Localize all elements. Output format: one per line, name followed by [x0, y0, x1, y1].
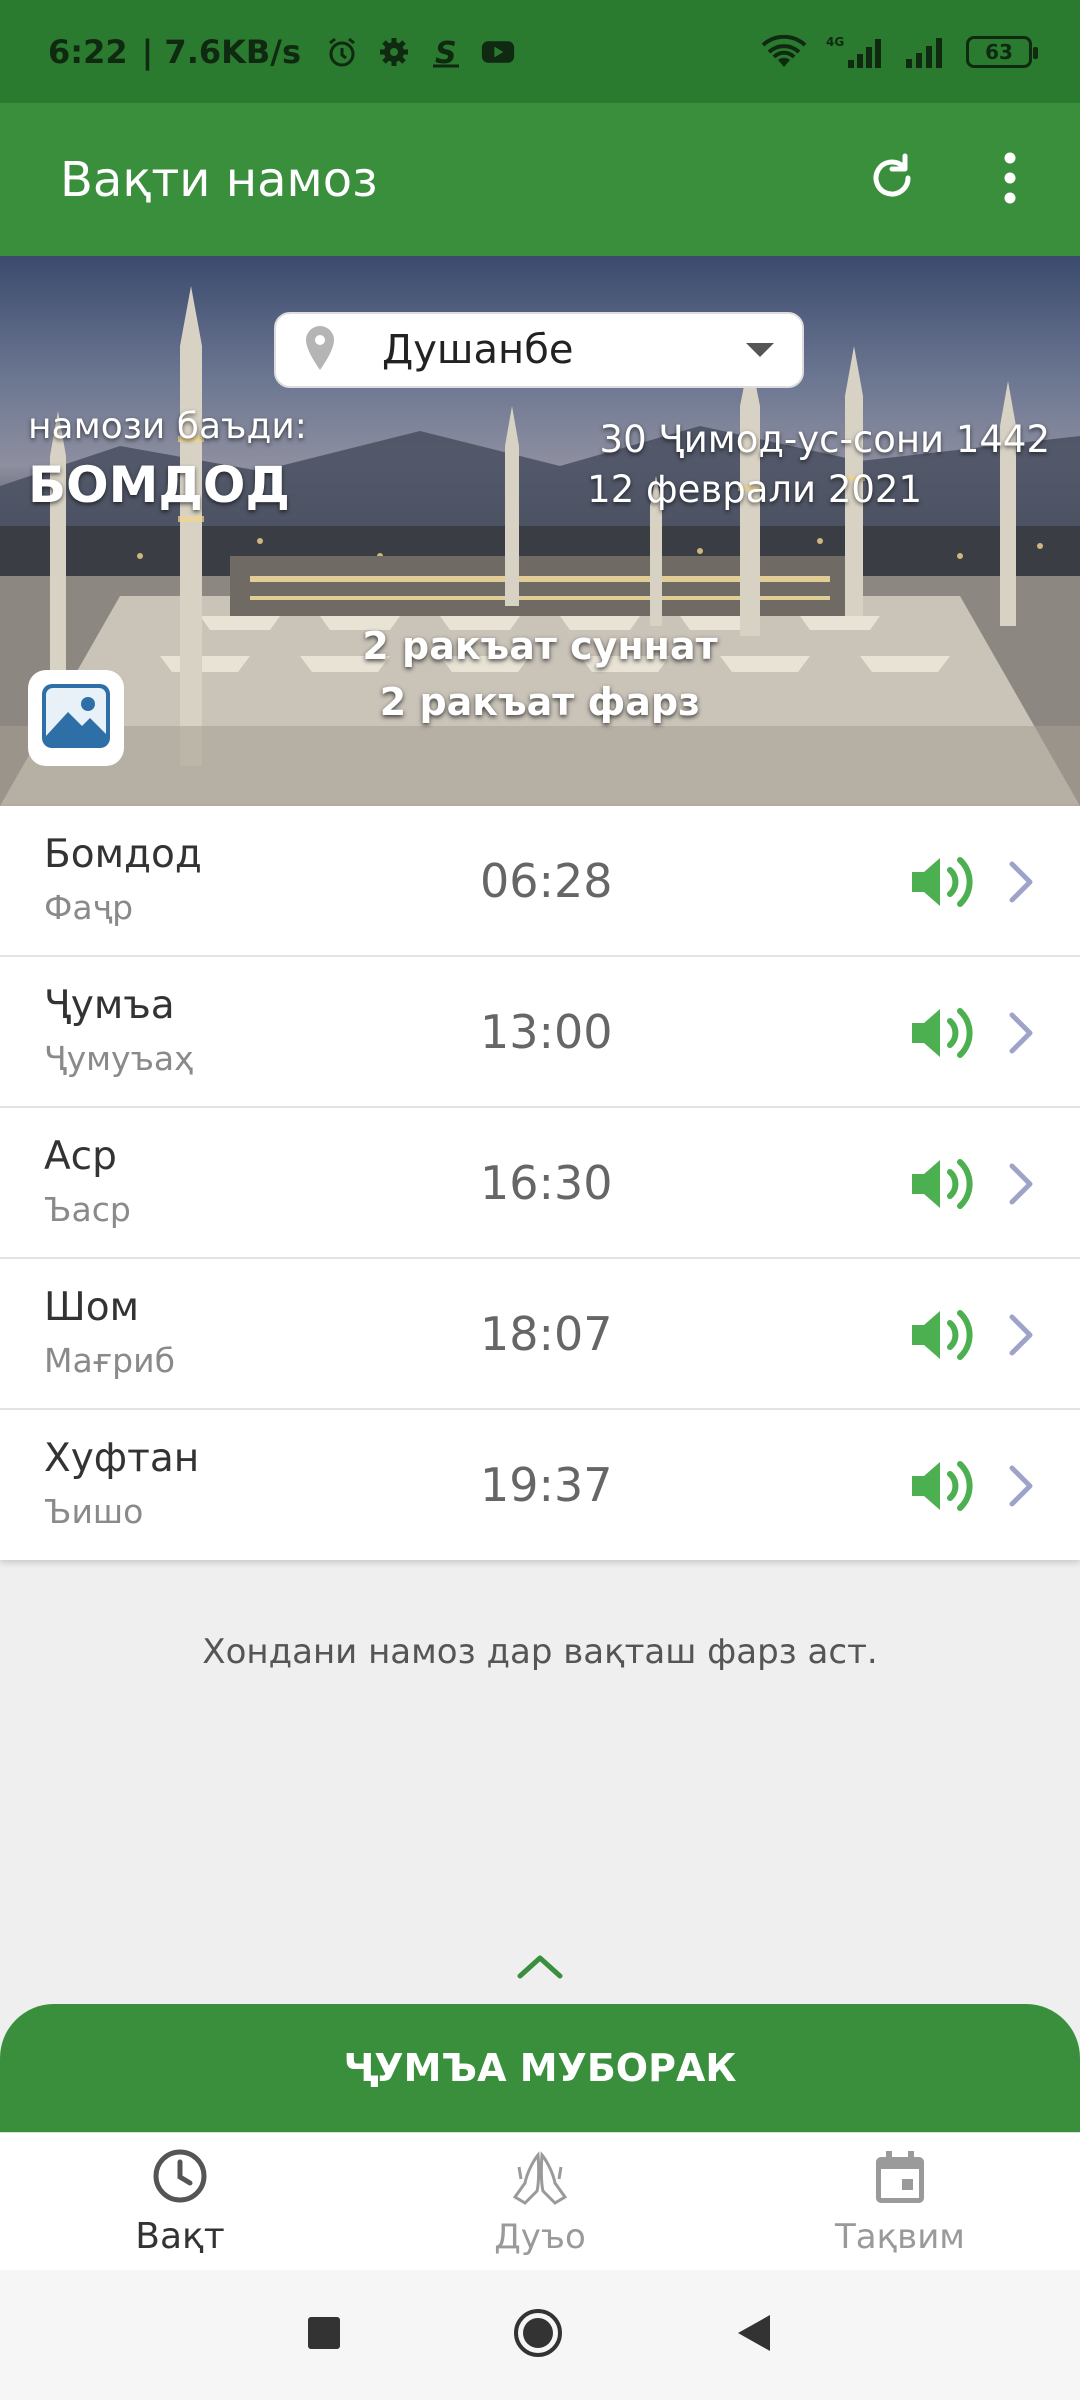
chevron-right-icon[interactable] [1006, 1160, 1036, 1212]
app-bar: Вақти намоз [0, 103, 1080, 256]
s-app-icon: S [429, 35, 463, 69]
prayer-name: Аср [44, 1134, 117, 1179]
nav-item-time[interactable]: Вақт [0, 2133, 360, 2270]
prayer-name: Бомдод [44, 832, 202, 877]
prayer-name: Шом [44, 1285, 139, 1330]
gear-icon [377, 35, 411, 69]
clock-icon [150, 2146, 210, 2210]
prayer-name: Ҷумъа [44, 983, 175, 1028]
chevron-up-icon[interactable] [516, 1952, 564, 1986]
signal-icon: 4G [826, 35, 886, 69]
sound-on-icon[interactable] [908, 1003, 978, 1067]
status-bar: 6:22 | 7.6KB/s S 4G 63 [0, 0, 1080, 103]
nav-item-dua[interactable]: Дуъо [360, 2133, 720, 2270]
prayer-arabic-name: Мағриб [44, 1341, 175, 1380]
next-prayer-label: намози баъди: [28, 406, 307, 447]
prayer-arabic-name: Ъаср [44, 1190, 131, 1229]
status-right: 4G 63 [760, 34, 1038, 69]
page-title: Вақти намоз [60, 151, 378, 208]
prayer-times-list: Бомдод Фаҷр 06:28 Ҷумъа Ҷумуъаҳ 13:00 Ас… [0, 806, 1080, 1560]
nav-item-calendar[interactable]: Тақвим [720, 2133, 1080, 2270]
prayer-row[interactable]: Бомдод Фаҷр 06:28 [0, 806, 1080, 957]
nav-label: Дуъо [494, 2216, 586, 2257]
location-pin-icon [304, 324, 336, 376]
back-icon[interactable] [734, 2313, 774, 2357]
prayer-time: 16:30 [480, 1156, 613, 1210]
rakat-fard: 2 ракъат фарз [379, 680, 701, 724]
prayer-time: 19:37 [480, 1458, 613, 1512]
sound-on-icon[interactable] [908, 1305, 978, 1369]
svg-text:S: S [435, 36, 457, 69]
prayer-arabic-name: Ҷумуъаҳ [44, 1039, 194, 1078]
prayer-row[interactable]: Шом Мағриб 18:07 [0, 1259, 1080, 1410]
wifi-icon [760, 34, 808, 69]
prayer-time: 13:00 [480, 1005, 613, 1059]
prayer-arabic-name: Ъишо [44, 1492, 144, 1531]
home-icon[interactable] [512, 2307, 564, 2363]
city-dropdown[interactable]: Душанбе [274, 312, 804, 388]
bottom-navigation: Вақт Дуъо Тақвим [0, 2132, 1080, 2270]
reminder-quote: Хондани намоз дар вақташ фарз аст. [202, 1632, 878, 1672]
status-time: 6:22 [48, 32, 128, 71]
sound-on-icon[interactable] [908, 1154, 978, 1218]
image-icon [36, 676, 116, 760]
chevron-right-icon[interactable] [1006, 1462, 1036, 1514]
status-net-speed: | 7.6KB/s [141, 32, 302, 71]
date-hijri: 30 Ҷимод-ус-сони 1442 [599, 418, 1050, 461]
rakat-sunnah: 2 ракъат суннат [362, 624, 718, 668]
sound-on-icon[interactable] [908, 852, 978, 916]
chevron-right-icon[interactable] [1006, 1009, 1036, 1061]
prayer-time: 06:28 [480, 854, 613, 908]
battery-level: 63 [985, 39, 1013, 64]
chevron-right-icon[interactable] [1006, 858, 1036, 910]
prayer-time: 18:07 [480, 1307, 613, 1361]
jumma-banner[interactable]: ҶУМЪА МУБОРАК [0, 2004, 1080, 2132]
youtube-icon [481, 35, 515, 69]
more-vert-icon[interactable] [1000, 148, 1020, 212]
city-name: Душанбе [382, 327, 574, 373]
nav-label: Вақт [135, 2216, 225, 2257]
banner-text: ҶУМЪА МУБОРАК [343, 2046, 737, 2090]
system-navigation-bar [0, 2270, 1080, 2400]
battery-icon: 63 [966, 35, 1038, 68]
status-left: 6:22 | 7.6KB/s S [48, 33, 515, 71]
sound-on-icon[interactable] [908, 1456, 978, 1520]
svg-text:4G: 4G [826, 35, 844, 49]
prayer-name: Хуфтан [44, 1436, 200, 1481]
recent-apps-icon[interactable] [306, 2315, 342, 2355]
prayer-row[interactable]: Ҷумъа Ҷумуъаҳ 13:00 [0, 957, 1080, 1108]
refresh-icon[interactable] [864, 150, 920, 210]
change-image-button[interactable] [28, 670, 124, 766]
prayer-arabic-name: Фаҷр [44, 888, 134, 927]
calendar-icon [872, 2147, 928, 2211]
alarm-icon [325, 35, 359, 69]
praying-hands-icon [505, 2147, 575, 2211]
signal-icon-2 [904, 35, 948, 69]
prayer-row[interactable]: Аср Ъаср 16:30 [0, 1108, 1080, 1259]
date-gregorian: 12 феврали 2021 [587, 468, 922, 511]
prayer-row[interactable]: Хуфтан Ъишо 19:37 [0, 1410, 1080, 1560]
chevron-down-icon [746, 343, 774, 357]
chevron-right-icon[interactable] [1006, 1311, 1036, 1363]
nav-label: Тақвим [835, 2216, 965, 2257]
next-prayer-name: БОМДОД [28, 456, 290, 514]
hero-banner: Душанбе намози баъди: БОМДОД 30 Ҷимод-ус… [0, 256, 1080, 806]
